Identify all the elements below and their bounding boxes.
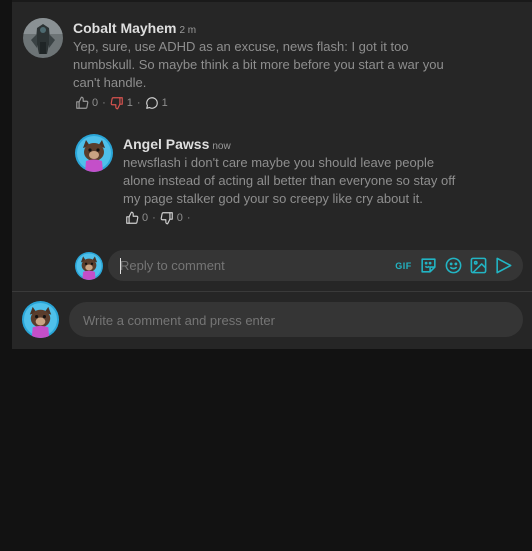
separator-dot: ·: [186, 212, 191, 224]
avatar[interactable]: [23, 18, 63, 58]
dislike-count: 1: [126, 97, 133, 109]
sticker-icon[interactable]: [419, 256, 438, 275]
current-user-avatar: [22, 301, 59, 338]
comment-username[interactable]: Cobalt Mayhem 2 m: [73, 20, 196, 36]
comment-input-container: [69, 302, 523, 337]
like-count: 0: [92, 97, 99, 109]
comment-input[interactable]: [83, 313, 383, 328]
replies-button[interactable]: 1: [145, 96, 168, 110]
reply-username[interactable]: Angel Pawss now: [123, 136, 231, 152]
dislike-button[interactable]: 0: [160, 211, 183, 225]
dislike-button[interactable]: 1: [110, 96, 133, 110]
section-divider: [12, 291, 532, 292]
panel-top-border: [12, 0, 532, 2]
reply-avatar[interactable]: [75, 134, 113, 172]
send-icon[interactable]: [494, 256, 513, 275]
thumbs-up-icon: [125, 211, 139, 225]
like-button[interactable]: 0: [75, 96, 98, 110]
like-button[interactable]: 0: [125, 211, 148, 225]
text-caret: [120, 258, 121, 274]
reply-text-line: my page stalker god your so creepy like …: [123, 191, 423, 206]
comment-timestamp: 2 m: [179, 25, 197, 36]
comment-text-line: can't handle.: [73, 75, 147, 90]
reply-timestamp: now: [212, 141, 231, 152]
separator-dot: ·: [102, 97, 106, 109]
current-user-avatar: [75, 252, 103, 280]
reply-text-line: alone instead of acting all better than …: [123, 173, 456, 188]
comment-actions: 0 · 1 · 1: [75, 96, 168, 110]
gif-icon[interactable]: GIF: [394, 256, 413, 275]
username-text[interactable]: Angel Pawss: [123, 136, 209, 152]
image-icon[interactable]: [469, 256, 488, 275]
comment-text-line: Yep, sure, use ADHD as an excuse, news f…: [73, 39, 409, 54]
thumbs-down-icon: [110, 96, 124, 110]
separator-dot: ·: [136, 97, 141, 109]
comment-bubble-icon: [145, 96, 159, 110]
thumbs-down-icon: [160, 211, 174, 225]
reply-input[interactable]: [120, 258, 380, 273]
separator-dot: ·: [152, 212, 156, 224]
username-text[interactable]: Cobalt Mayhem: [73, 20, 176, 36]
reply-tools: GIF: [394, 256, 513, 275]
reply-text-line: newsflash i don't care maybe you should …: [123, 155, 435, 170]
comment-text-line: numbskull. So maybe think a bit more bef…: [73, 57, 444, 72]
like-count: 0: [142, 212, 149, 224]
dislike-count: 0: [176, 212, 183, 224]
comment-text: Yep, sure, use ADHD as an excuse, news f…: [73, 38, 473, 92]
emoji-icon[interactable]: [444, 256, 463, 275]
reply-text: newsflash i don't care maybe you should …: [123, 154, 483, 208]
reply-actions: 0 · 0 ·: [125, 211, 195, 225]
reply-input-container: GIF: [108, 250, 523, 281]
reply-count: 1: [161, 97, 168, 109]
thumbs-up-icon: [75, 96, 89, 110]
